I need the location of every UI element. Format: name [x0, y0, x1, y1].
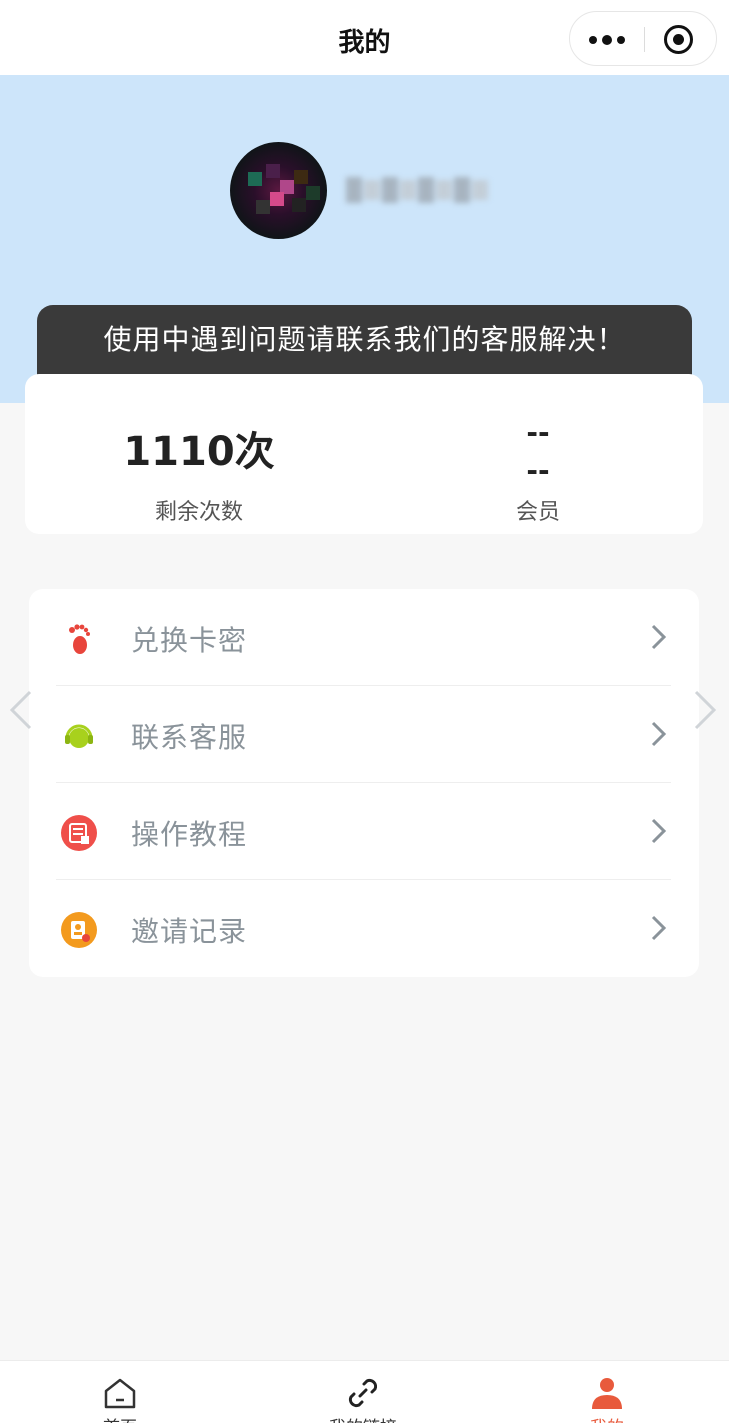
nickname-blurred: [346, 165, 492, 215]
swipe-left-arrow-icon[interactable]: [6, 688, 36, 732]
tab-mine[interactable]: 我的: [547, 1361, 667, 1423]
headset-icon: [65, 724, 93, 748]
tab-label: 首页: [60, 1413, 180, 1423]
tab-my-links[interactable]: 我的链接: [303, 1361, 423, 1423]
menu-item-label: 邀请记录: [131, 915, 248, 948]
swipe-right-arrow-icon[interactable]: [690, 688, 720, 732]
record-target-icon[interactable]: [664, 25, 693, 54]
stats-card: 1110次 剩余次数 -- -- 会员: [25, 374, 703, 534]
home-icon: [104, 1378, 136, 1409]
chevron-right-icon: [651, 818, 667, 844]
link-icon: [348, 1378, 378, 1408]
menu-item-label: 操作教程: [131, 818, 248, 851]
tutorial-icon: [61, 815, 97, 851]
membership-stat[interactable]: -- -- 会员: [373, 374, 703, 534]
membership-value-line1: --: [526, 416, 550, 449]
capsule-divider: [644, 27, 645, 52]
remaining-count-value: 1110次: [123, 429, 275, 475]
avatar[interactable]: [230, 142, 327, 239]
menu-item-redeem-card[interactable]: 兑换卡密: [29, 589, 699, 686]
membership-value-line2: --: [526, 454, 550, 487]
chevron-right-icon: [651, 721, 667, 747]
tab-label: 我的: [547, 1413, 667, 1423]
footprint-icon: [69, 624, 90, 654]
more-dots-icon[interactable]: [570, 12, 644, 67]
mini-program-capsule: [569, 11, 717, 66]
menu-list: 兑换卡密 联系客服 操作教程 邀请记录: [29, 589, 699, 977]
chevron-right-icon: [651, 915, 667, 941]
notice-banner: 使用中遇到问题请联系我们的客服解决！: [37, 305, 692, 375]
user-icon: [592, 1378, 622, 1409]
chevron-right-icon: [651, 624, 667, 650]
membership-label: 会员: [515, 500, 560, 525]
top-navbar: 我的: [0, 0, 729, 75]
remaining-count-stat[interactable]: 1110次 剩余次数: [25, 374, 373, 534]
tab-home[interactable]: 首页: [60, 1361, 180, 1423]
menu-item-invite-record[interactable]: 邀请记录: [29, 880, 699, 977]
tab-label: 我的链接: [303, 1413, 423, 1423]
menu-item-label: 兑换卡密: [131, 624, 248, 657]
menu-item-label: 联系客服: [131, 721, 248, 754]
invite-record-icon: [61, 912, 97, 948]
bottom-tab-bar: 首页 我的链接 我的: [0, 1360, 729, 1423]
remaining-count-label: 剩余次数: [154, 500, 243, 525]
menu-item-contact-service[interactable]: 联系客服: [29, 686, 699, 783]
menu-item-tutorial[interactable]: 操作教程: [29, 783, 699, 880]
